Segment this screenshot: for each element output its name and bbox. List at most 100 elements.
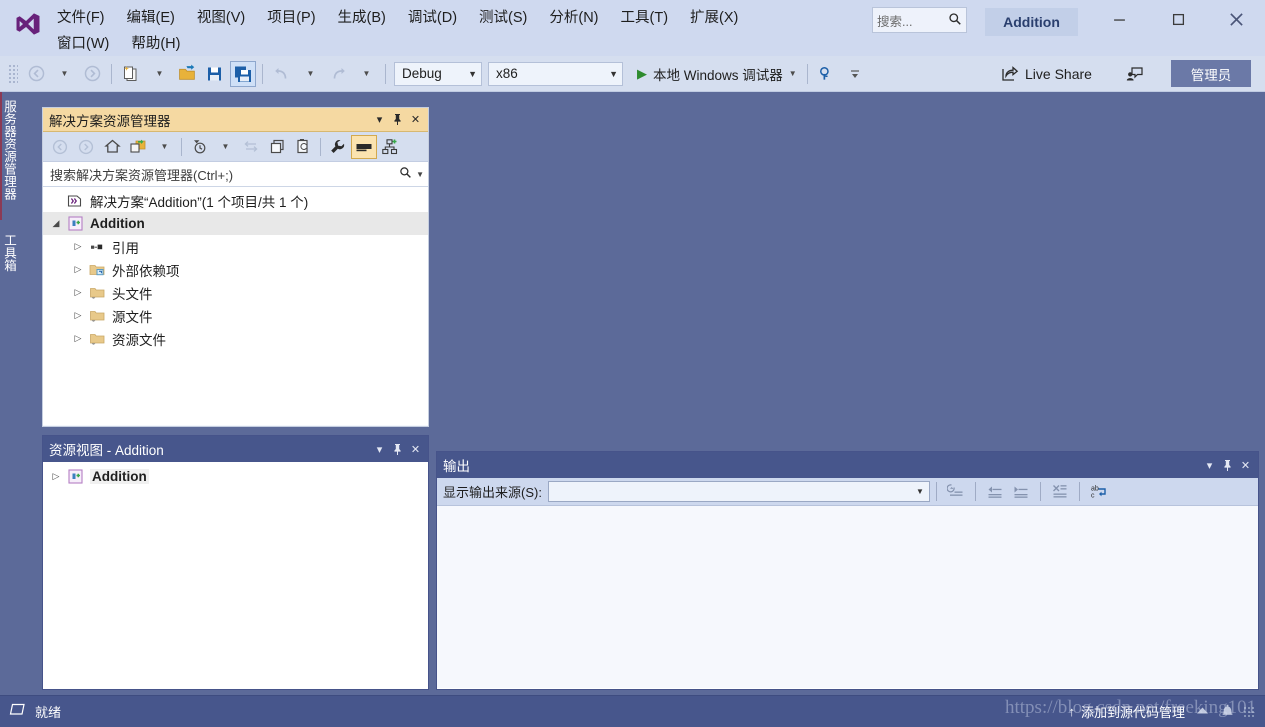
select-process-button[interactable] <box>814 61 840 87</box>
add-to-source-control-label[interactable]: 添加到源代码管理 <box>1081 702 1185 721</box>
save-all-button[interactable] <box>230 60 256 87</box>
solution-configuration-value: Debug <box>402 66 442 81</box>
twisty-collapsed-icon[interactable]: ▷ <box>47 471 65 482</box>
tree-item-resource-files[interactable]: ▷ 资源文件 <box>43 327 428 350</box>
window-close-button[interactable] <box>1213 3 1259 35</box>
send-feedback-button[interactable] <box>1121 61 1149 87</box>
tree-item-resource-project-addition[interactable]: ▷ Addition <box>43 465 428 488</box>
active-solution-chip[interactable]: Addition <box>985 8 1078 36</box>
menu-extensions[interactable]: 扩展(X) <box>681 5 747 31</box>
start-debugging-button[interactable]: ▶ 本地 Windows 调试器 ▼ <box>632 61 802 87</box>
panel-pin-button[interactable] <box>1219 455 1236 475</box>
window-minimize-button[interactable] <box>1096 3 1142 35</box>
toolbar-separator <box>111 63 112 84</box>
solution-explorer-search-input[interactable]: 搜索解决方案资源管理器(Ctrl+;) ▼ <box>43 162 428 187</box>
save-button[interactable] <box>202 61 228 87</box>
se-back-button[interactable] <box>47 135 73 159</box>
solution-explorer-title: 解决方案资源管理器 <box>49 113 171 129</box>
toolbar-separator <box>1078 482 1080 501</box>
solution-configuration-combo[interactable]: Debug ▼ <box>394 61 482 86</box>
se-history-button[interactable] <box>186 135 212 159</box>
se-search-options-dropdown[interactable]: ▼ <box>416 170 424 179</box>
panel-menu-button[interactable]: ▾ <box>371 439 388 459</box>
publish-icon[interactable] <box>1195 704 1210 720</box>
se-history-dropdown[interactable]: ▼ <box>212 135 238 159</box>
menu-help[interactable]: 帮助(H) <box>122 31 189 57</box>
output-clear-all-button[interactable] <box>1047 481 1073 503</box>
panel-close-button[interactable]: ✕ <box>407 110 424 130</box>
panel-close-button[interactable]: ✕ <box>407 439 424 459</box>
output-toggle-word-wrap-button[interactable]: ab c <box>1086 481 1112 503</box>
left-tool-tabs: 服务器资源管理器 工具箱 <box>0 92 22 690</box>
redo-dropdown[interactable]: ▼ <box>353 61 379 87</box>
tree-item-header-files[interactable]: ▷ 头文件 <box>43 281 428 304</box>
menu-window[interactable]: 窗口(W) <box>48 31 118 57</box>
undo-dropdown[interactable]: ▼ <box>297 61 323 87</box>
new-item-button[interactable] <box>118 61 144 87</box>
toolbar-grip-handle[interactable] <box>8 63 18 84</box>
se-preview-selected-items-button[interactable] <box>351 134 377 159</box>
sidebar-item-toolbox[interactable]: 工具箱 <box>0 226 22 296</box>
tree-item-external-dependencies[interactable]: ▷ 外部依赖项 <box>43 258 428 281</box>
se-sync-with-active-document-button[interactable] <box>238 135 264 159</box>
references-icon <box>87 238 107 256</box>
panel-close-button[interactable]: ✕ <box>1237 455 1254 475</box>
sidebar-item-server-explorer[interactable]: 服务器资源管理器 <box>0 92 22 220</box>
resize-grip-handle[interactable] <box>1243 705 1255 718</box>
navigate-forward-button[interactable] <box>79 61 105 87</box>
output-go-to-message-button[interactable] <box>943 481 969 503</box>
panel-menu-button[interactable]: ▾ <box>371 110 388 130</box>
tree-item-references[interactable]: ▷ 引用 <box>43 235 428 258</box>
window-maximize-button[interactable] <box>1155 3 1201 35</box>
live-share-label: Live Share <box>1025 66 1092 82</box>
menu-tools[interactable]: 工具(T) <box>612 5 678 31</box>
se-properties-button[interactable] <box>325 135 351 159</box>
undo-button[interactable] <box>269 61 295 87</box>
live-share-icon <box>1002 66 1019 81</box>
menu-analyze[interactable]: 分析(N) <box>540 5 607 31</box>
twisty-collapsed-icon[interactable]: ▷ <box>69 333 87 344</box>
chevron-down-icon: ▼ <box>788 69 797 78</box>
tree-item-source-files[interactable]: ▷ 源文件 <box>43 304 428 327</box>
toolbar-overflow-button[interactable] <box>842 61 868 87</box>
menu-view[interactable]: 视图(V) <box>188 5 254 31</box>
open-file-button[interactable] <box>174 61 200 87</box>
twisty-expanded-icon[interactable]: ◢ <box>47 218 65 229</box>
navigate-backward-dropdown[interactable]: ▼ <box>51 61 77 87</box>
navigate-backward-button[interactable] <box>23 61 49 87</box>
menu-edit[interactable]: 编辑(E) <box>118 5 184 31</box>
live-share-button[interactable]: Live Share <box>996 61 1097 87</box>
output-next-message-button[interactable] <box>1008 481 1034 503</box>
menu-file[interactable]: 文件(F) <box>48 5 114 31</box>
se-forward-button[interactable] <box>73 135 99 159</box>
twisty-collapsed-icon[interactable]: ▷ <box>69 264 87 275</box>
chevron-down-icon: ▼ <box>468 68 477 79</box>
se-show-all-files-button[interactable] <box>264 135 290 159</box>
menu-build[interactable]: 生成(B) <box>329 5 395 31</box>
notification-bell-icon[interactable] <box>1220 703 1235 721</box>
new-item-dropdown[interactable]: ▼ <box>146 61 172 87</box>
menu-test[interactable]: 测试(S) <box>470 5 536 31</box>
search-input[interactable]: 搜索... <box>872 7 967 33</box>
output-previous-message-button[interactable] <box>982 481 1008 503</box>
output-content-area[interactable] <box>437 506 1258 688</box>
redo-button[interactable] <box>325 61 351 87</box>
tree-item-solution[interactable]: 解决方案“Addition”(1 个项目/共 1 个) <box>43 189 428 212</box>
twisty-collapsed-icon[interactable]: ▷ <box>69 241 87 252</box>
se-pending-changes-dropdown[interactable]: ▼ <box>151 135 177 159</box>
panel-pin-button[interactable] <box>389 110 406 130</box>
panel-menu-button[interactable]: ▾ <box>1201 455 1218 475</box>
twisty-collapsed-icon[interactable]: ▷ <box>69 310 87 321</box>
panel-pin-button[interactable] <box>389 439 406 459</box>
se-refresh-button[interactable] <box>290 135 316 159</box>
se-home-button[interactable] <box>99 135 125 159</box>
twisty-collapsed-icon[interactable]: ▷ <box>69 287 87 298</box>
tree-item-project-addition[interactable]: ◢ Addition <box>43 212 428 235</box>
se-pending-changes-button[interactable] <box>125 135 151 159</box>
se-class-view-button[interactable] <box>377 135 403 159</box>
menu-debug[interactable]: 调试(D) <box>399 5 466 31</box>
solution-platform-combo[interactable]: x86 ▼ <box>488 61 623 86</box>
output-source-combo[interactable]: ▼ <box>547 481 930 502</box>
chevron-down-icon: ▼ <box>306 69 315 78</box>
menu-project[interactable]: 项目(P) <box>258 5 324 31</box>
